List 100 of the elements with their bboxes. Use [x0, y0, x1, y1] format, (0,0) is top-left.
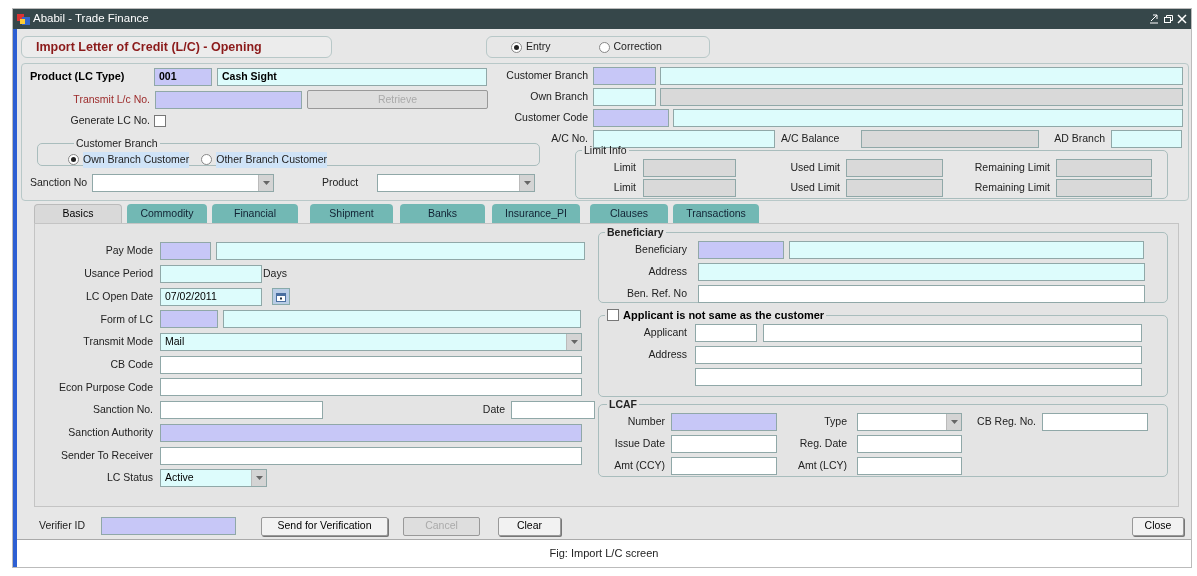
field-unit: Days — [263, 266, 287, 282]
field-label: LC Open Date — [84, 288, 153, 304]
field-label: LC Status — [105, 470, 153, 486]
text-field[interactable] — [160, 401, 323, 420]
text-field[interactable] — [698, 240, 784, 259]
text-field[interactable] — [155, 90, 302, 109]
text-field[interactable] — [1111, 129, 1182, 148]
text-field[interactable] — [698, 284, 1145, 303]
text-field[interactable]: 001 — [154, 67, 212, 86]
field-label: Amt (CCY) — [613, 457, 665, 473]
calendar-button[interactable] — [272, 288, 290, 306]
text-field[interactable] — [160, 446, 582, 465]
radio-button[interactable] — [511, 41, 522, 53]
text-field[interactable]: Cash Sight — [217, 67, 487, 86]
text-field[interactable] — [695, 345, 1142, 364]
text-field[interactable] — [593, 108, 669, 127]
tab[interactable]: Insurance_PI — [492, 204, 580, 223]
text-field[interactable] — [216, 242, 585, 261]
push-button[interactable]: Send for Verification — [261, 516, 388, 536]
field-label: Own Branch — [529, 88, 588, 104]
text-field[interactable] — [698, 262, 1145, 281]
text-field[interactable] — [695, 367, 1142, 386]
text-field[interactable] — [160, 310, 218, 329]
radio-button[interactable] — [598, 41, 610, 53]
field-label: Sanction No — [30, 175, 89, 191]
text-field[interactable] — [593, 66, 656, 85]
field-label: Limit — [612, 159, 636, 175]
dropdown-field[interactable] — [857, 412, 962, 431]
field-label: Applicant — [642, 324, 687, 340]
field-label: Sender To Receiver — [59, 447, 153, 463]
app-icon — [17, 13, 30, 25]
field-label: Transmit L/c No. — [72, 91, 150, 107]
field-label: Pay Mode — [104, 243, 153, 259]
dropdown-field[interactable]: Active — [160, 469, 267, 488]
text-field[interactable] — [1056, 158, 1152, 177]
text-field[interactable] — [160, 242, 211, 261]
text-field[interactable] — [846, 178, 943, 197]
text-field[interactable] — [846, 158, 943, 177]
restore-icon — [1163, 14, 1173, 24]
text-field[interactable] — [593, 129, 775, 148]
text-field[interactable] — [101, 517, 236, 535]
text-field[interactable] — [593, 87, 656, 106]
field-label: Reg. Date — [798, 435, 847, 451]
checkbox[interactable] — [607, 309, 619, 322]
text-field[interactable] — [857, 434, 962, 453]
field-label: Transmit Mode — [82, 334, 153, 350]
tab[interactable]: Commodity — [127, 204, 207, 223]
tab[interactable]: Banks — [400, 204, 485, 223]
field-label: Used Limit — [789, 179, 840, 195]
dropdown-field[interactable]: Mail — [160, 333, 582, 352]
tab[interactable]: Basics — [34, 204, 122, 223]
tab[interactable]: Shipment — [310, 204, 393, 223]
text-field[interactable]: 07/02/2011 — [160, 287, 262, 306]
caret-icon — [255, 476, 263, 481]
text-field[interactable] — [671, 412, 777, 431]
radio-label: Other Branch Customer — [216, 151, 328, 168]
field-label: Product (LC Type) — [30, 69, 126, 85]
text-field[interactable] — [1042, 412, 1148, 431]
dropdown-field[interactable] — [92, 174, 274, 192]
text-field[interactable] — [160, 355, 582, 374]
text-field[interactable] — [861, 129, 1039, 148]
text-field[interactable] — [671, 456, 777, 475]
text-field[interactable] — [160, 423, 582, 442]
field-label: Usance Period — [83, 266, 153, 282]
dropdown-field[interactable] — [377, 174, 535, 192]
field-label: Limit — [612, 179, 636, 195]
text-field[interactable] — [789, 240, 1144, 259]
calendar-icon — [276, 291, 286, 302]
field-label: AD Branch — [1053, 130, 1105, 146]
field-label: Form of LC — [99, 311, 153, 327]
tab[interactable]: Financial — [212, 204, 298, 223]
field-label: A/C Balance — [781, 130, 841, 146]
text-field[interactable] — [643, 178, 736, 197]
group-title: Beneficiary — [607, 225, 664, 240]
text-field[interactable] — [671, 434, 777, 453]
text-field[interactable] — [660, 87, 1183, 106]
push-button[interactable]: Clear — [498, 516, 561, 536]
text-field[interactable] — [1056, 178, 1152, 197]
text-field[interactable] — [511, 401, 595, 420]
text-field[interactable] — [763, 323, 1142, 342]
text-field[interactable] — [660, 66, 1183, 85]
field-label: Date — [482, 402, 505, 418]
checkbox[interactable] — [154, 115, 166, 127]
radio-label: Entry — [526, 39, 551, 55]
field-label: Product — [322, 175, 360, 191]
text-field[interactable] — [223, 310, 581, 329]
radio-button[interactable] — [201, 154, 213, 166]
tab[interactable]: Clauses — [590, 204, 668, 223]
text-field[interactable] — [673, 108, 1183, 127]
text-field[interactable] — [857, 456, 962, 475]
push-button[interactable]: Close — [1132, 516, 1184, 536]
text-field[interactable] — [160, 265, 262, 284]
window-title: Ababil - Trade Finance — [33, 11, 149, 27]
group-title: LCAF — [609, 397, 637, 412]
text-field[interactable] — [695, 323, 757, 342]
text-field[interactable] — [643, 158, 736, 177]
field-label: CB Code — [109, 356, 153, 372]
tab[interactable]: Transactions — [673, 204, 759, 223]
text-field[interactable] — [160, 378, 582, 397]
radio-button[interactable] — [68, 154, 79, 166]
